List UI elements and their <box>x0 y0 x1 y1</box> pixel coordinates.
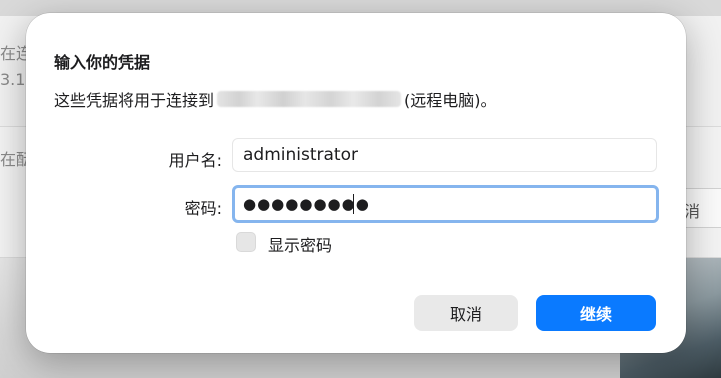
cancel-button[interactable]: 取消 <box>414 295 518 331</box>
password-field[interactable]: ●●●●●●●●● <box>232 185 659 223</box>
text-caret <box>353 194 354 214</box>
password-label: 密码: <box>184 199 222 218</box>
dialog-message-suffix: (远程电脑)。 <box>404 91 497 110</box>
username-label: 用户名: <box>168 151 222 170</box>
credentials-dialog: 输入你的凭据 这些凭据将用于连接到 (远程电脑)。 用户名: 密码: ●●●●●… <box>26 13 686 353</box>
dialog-title: 输入你的凭据 <box>54 53 151 72</box>
show-password-checkbox[interactable] <box>236 232 256 252</box>
background-button-label: 消 <box>684 202 701 221</box>
show-password-label[interactable]: 显示密码 <box>268 232 332 256</box>
dialog-message-prefix: 这些凭据将用于连接到 <box>54 91 215 110</box>
background-text-2: 3.1 <box>0 70 26 89</box>
username-field[interactable] <box>232 138 657 172</box>
continue-button[interactable]: 继续 <box>536 295 656 331</box>
password-masked-value: ●●●●●●●●● <box>243 195 370 213</box>
dialog-message: 这些凭据将用于连接到 (远程电脑)。 <box>54 87 497 111</box>
redacted-host-address <box>217 91 402 107</box>
